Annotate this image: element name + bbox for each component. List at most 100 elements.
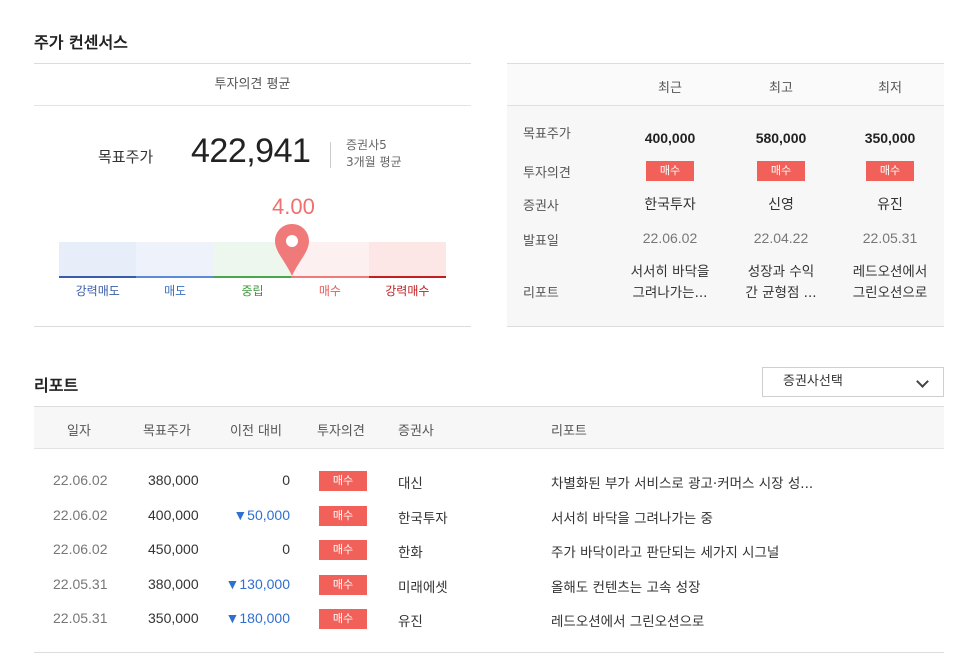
cell-report[interactable]: 주가 바닥이라고 판단되는 세가지 시그널	[551, 541, 779, 561]
cell-opinion: 매수	[319, 609, 367, 629]
opinion-badge: 매수	[319, 609, 367, 629]
cell-target: 380,000	[148, 472, 199, 488]
target-price-label: 목표주가	[98, 148, 154, 166]
consensus-title: 주가 컨센서스	[34, 33, 128, 52]
th-target: 목표주가	[143, 424, 191, 439]
cell-change: 0	[282, 472, 290, 488]
cell-target: 350,000	[148, 610, 199, 626]
cell-report[interactable]: 레드오션에서 그린오션으로	[551, 610, 704, 630]
consensus-summary-panel: 최근 최고 최저 목표주가 투자의견 증권사 발표일 리포트 400,000 매…	[507, 63, 944, 327]
scale-segment	[136, 242, 214, 278]
average-period: 3개월 평균	[346, 155, 402, 169]
reports-title: 리포트	[34, 376, 79, 395]
recent-report-link[interactable]: 서서히 바닥을 그려나가는...	[615, 262, 725, 304]
th-report: 리포트	[551, 424, 587, 439]
th-date: 일자	[67, 424, 91, 439]
table-row[interactable]: 22.06.02 400,000 ▼50,000 매수 한국투자 서서히 바닥을 그려나가…	[34, 499, 944, 534]
th-opinion: 투자의견	[317, 424, 365, 439]
opinion-scale-bar	[59, 242, 447, 278]
recent-target: 400,000	[644, 130, 696, 146]
recent-opinion-badge: 매수	[646, 161, 694, 181]
highest-target: 580,000	[755, 130, 807, 146]
opinion-scale-labels: 강력매도 매도 중립 매수 강력매수	[59, 282, 446, 299]
row-label-report: 리포트	[523, 286, 559, 301]
cell-target: 380,000	[148, 575, 199, 592]
cell-change: 0	[282, 541, 290, 557]
highest-broker: 신영	[768, 197, 794, 213]
scale-label: 매도	[164, 284, 187, 298]
broker-count: 증권사5	[346, 138, 387, 152]
scale-segment	[59, 242, 137, 278]
lowest-target: 350,000	[864, 130, 916, 146]
consensus-average-panel: 투자의견 평균 목표주가 422,941 증권사5 3개월 평균 4.00 강력…	[34, 63, 471, 327]
highest-report-line2: 간 균형점 ...	[745, 285, 817, 301]
broker-select[interactable]: 증권사선택	[762, 367, 944, 397]
col-head-recent: 최근	[658, 81, 682, 96]
opinion-badge: 매수	[319, 574, 367, 595]
row-label-broker: 증권사	[523, 199, 559, 214]
cell-broker: 대신	[398, 476, 423, 492]
scale-label: 매수	[318, 284, 341, 298]
cell-change: ▼50,000	[233, 506, 290, 523]
target-meta: 증권사5 3개월 평균	[346, 137, 402, 171]
lowest-date: 22.05.31	[862, 230, 918, 246]
recent-report-line1: 서서히 바닥을	[630, 264, 710, 280]
chevron-down-icon	[916, 375, 929, 388]
cell-date: 22.05.31	[53, 610, 108, 626]
broker-select-label: 증권사선택	[783, 374, 843, 389]
col-head-highest: 최고	[769, 81, 793, 96]
cell-date: 22.06.02	[53, 506, 108, 523]
cell-date: 22.05.31	[53, 575, 108, 592]
opinion-badge: 매수	[319, 505, 367, 526]
th-broker: 증권사	[398, 424, 434, 439]
cell-opinion: 매수	[319, 574, 367, 595]
recent-date: 22.06.02	[642, 230, 698, 246]
cell-broker: 유진	[398, 614, 423, 630]
table-row[interactable]: 22.06.02 380,000 0 매수 대신 차별화된 부가 서비스로 광고·커머스 …	[34, 464, 944, 499]
target-price-value: 422,941	[191, 132, 311, 170]
row-label-target: 목표주가	[523, 127, 571, 142]
lowest-report-link[interactable]: 레드오션에서 그린오션으로	[835, 262, 945, 304]
panel-header: 투자의견 평균	[34, 64, 471, 106]
cell-date: 22.06.02	[53, 472, 108, 488]
summary-header: 최근 최고 최저	[507, 64, 944, 106]
cell-change: ▼130,000	[225, 575, 290, 592]
cell-report[interactable]: 차별화된 부가 서비스로 광고·커머스 시장 성...	[551, 472, 813, 492]
cell-target: 450,000	[148, 541, 199, 557]
cell-report[interactable]: 서서히 바닥을 그려나가는 중	[551, 507, 713, 527]
highest-report-link[interactable]: 성장과 수익 간 균형점 ...	[726, 262, 836, 304]
lowest-opinion-badge: 매수	[866, 161, 914, 181]
cell-opinion: 매수	[319, 540, 367, 560]
opinion-score: 4.00	[272, 194, 315, 219]
lowest-report-line1: 레드오션에서	[852, 264, 928, 280]
th-change: 이전 대비	[230, 424, 282, 439]
highest-opinion-badge: 매수	[757, 161, 805, 181]
highest-report-line1: 성장과 수익	[747, 264, 815, 280]
lowest-broker: 유진	[877, 197, 903, 213]
cell-broker: 미래에셋	[398, 579, 448, 596]
cell-date: 22.06.02	[53, 541, 108, 557]
recent-broker: 한국투자	[644, 197, 696, 213]
cell-opinion: 매수	[319, 505, 367, 526]
reports-table-body: 22.06.02 380,000 0 매수 대신 차별화된 부가 서비스로 광고·커머스 …	[34, 464, 944, 637]
cell-report[interactable]: 올해도 컨텐츠는 고속 성장	[551, 576, 701, 596]
map-pin-icon	[275, 224, 309, 276]
row-label-date: 발표일	[523, 234, 559, 249]
scale-segment	[368, 242, 447, 278]
scale-label: 강력매도	[75, 284, 120, 298]
cell-broker: 한국투자	[398, 510, 448, 527]
table-row[interactable]: 22.06.02 450,000 0 매수 한화 주가 바닥이라고 판단되는 세가지 시그…	[34, 533, 944, 568]
reports-table-header: 일자 목표주가 이전 대비 투자의견 증권사 리포트	[34, 406, 944, 449]
highest-date: 22.04.22	[753, 230, 809, 246]
divider	[330, 142, 331, 168]
table-row[interactable]: 22.05.31 380,000 ▼130,000 매수 미래에셋 올해도 컨텐츠는 고속…	[34, 568, 944, 603]
opinion-badge: 매수	[319, 540, 367, 560]
col-head-lowest: 최저	[878, 81, 902, 96]
table-row[interactable]: 22.05.31 350,000 ▼180,000 매수 유진 레드오션에서 그린오션으로	[34, 602, 944, 637]
cell-opinion: 매수	[319, 471, 367, 491]
cell-change: ▼180,000	[225, 610, 290, 626]
cell-broker: 한화	[398, 545, 423, 561]
recent-report-line2: 그려나가는...	[632, 285, 708, 301]
row-label-opinion: 투자의견	[523, 166, 571, 181]
scale-label: 중립	[241, 284, 264, 298]
